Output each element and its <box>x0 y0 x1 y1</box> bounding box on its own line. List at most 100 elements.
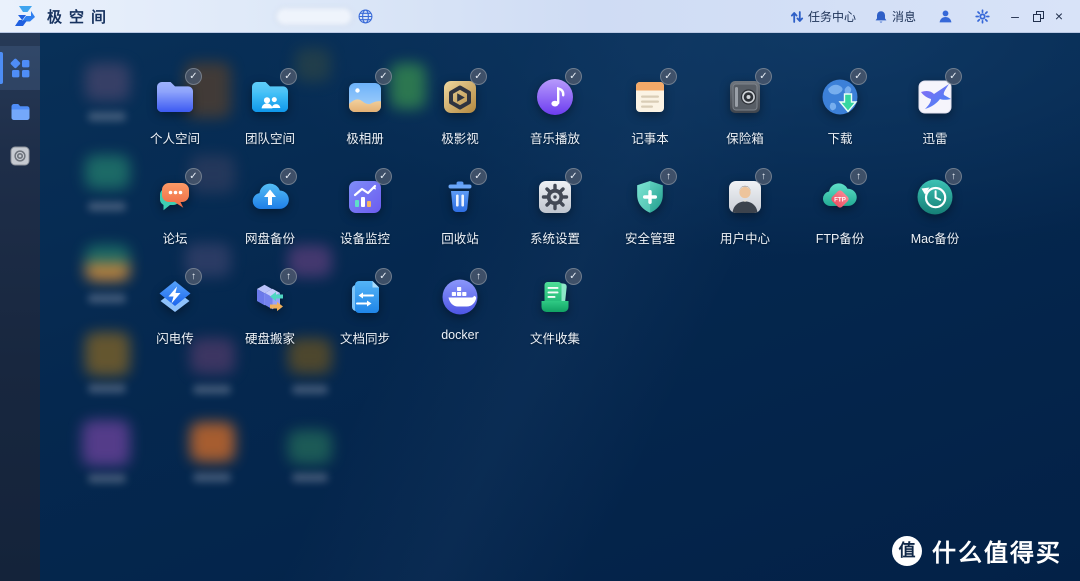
desktop-background: ✓个人空间 ✓团队空间 ✓极相册 ✓极影视 ✓音乐播放 ✓记事本 ✓保险箱 ✓下… <box>40 33 1080 581</box>
app-label: 闪电传 <box>128 328 222 347</box>
app-tile-system-settings[interactable]: ✓系统设置 <box>508 170 602 247</box>
svg-text:FTP: FTP <box>834 196 846 203</box>
check-badge: ✓ <box>660 68 677 85</box>
blurred-label <box>193 473 231 482</box>
settings-button[interactable] <box>975 9 990 24</box>
messages-label: 消息 <box>892 8 916 25</box>
app-tile-disk-migration[interactable]: ↑ 硬盘搬家 <box>223 270 317 347</box>
app-tile-personal-space[interactable]: ✓个人空间 <box>128 70 222 147</box>
app-tile-photo-album[interactable]: ✓ 极相册 <box>318 70 412 147</box>
app-tile-team-space[interactable]: ✓ 团队空间 <box>223 70 317 147</box>
check-badge: ✓ <box>565 268 582 285</box>
app-tile-music-player[interactable]: ✓ 音乐播放 <box>508 70 602 147</box>
check-badge: ✓ <box>280 68 297 85</box>
app-tile-ftp-backup[interactable]: FTP↑FTP备份 <box>793 170 887 247</box>
app-label: 团队空间 <box>223 128 317 147</box>
blurred-icon <box>85 332 130 376</box>
app-label: 用户中心 <box>698 228 792 247</box>
blurred-label <box>88 294 126 303</box>
app-tile-recycle-bin[interactable]: ✓回收站 <box>413 170 507 247</box>
check-badge: ✓ <box>375 268 392 285</box>
check-badge: ✓ <box>755 68 772 85</box>
check-badge: ✓ <box>185 168 202 185</box>
user-button[interactable] <box>938 9 953 24</box>
task-center-icon <box>790 10 804 24</box>
app-tile-cloud-backup[interactable]: ✓网盘备份 <box>223 170 317 247</box>
app-label: 记事本 <box>603 128 697 147</box>
blurred-icon <box>85 155 130 189</box>
app-label: 极影视 <box>413 128 507 147</box>
sidebar-item-files[interactable] <box>0 90 40 134</box>
update-badge: ↑ <box>280 268 297 285</box>
blurred-label <box>88 474 126 483</box>
check-badge: ✓ <box>470 68 487 85</box>
app-tile-xunlei[interactable]: ✓ 迅雷 <box>888 70 982 147</box>
app-label: 论坛 <box>128 228 222 247</box>
app-label: 安全管理 <box>603 228 697 247</box>
zspace-window: 极空间 任务中心 <box>0 0 1080 581</box>
check-badge: ✓ <box>945 68 962 85</box>
app-label: FTP备份 <box>793 228 887 247</box>
zspace-logo-icon <box>13 4 37 28</box>
disk-lens-icon <box>10 146 30 166</box>
check-badge: ✓ <box>565 168 582 185</box>
app-tile-forum[interactable]: ✓ 论坛 <box>128 170 222 247</box>
folder-icon <box>10 103 31 121</box>
app-label: docker <box>413 328 507 342</box>
check-badge: ✓ <box>375 168 392 185</box>
app-tile-notepad[interactable]: ✓ 记事本 <box>603 70 697 147</box>
sidebar-item-apps[interactable] <box>0 46 40 90</box>
app-label: 音乐播放 <box>508 128 602 147</box>
brand: 极空间 <box>13 4 113 28</box>
app-label: 迅雷 <box>888 128 982 147</box>
app-label: 网盘备份 <box>223 228 317 247</box>
app-label: 回收站 <box>413 228 507 247</box>
update-badge: ↑ <box>945 168 962 185</box>
topbar: 极空间 任务中心 <box>0 0 1080 33</box>
check-badge: ✓ <box>565 68 582 85</box>
sidebar-item-disk[interactable] <box>0 134 40 178</box>
task-center-label: 任务中心 <box>808 8 856 25</box>
blurred-label <box>292 385 328 394</box>
app-tile-movies[interactable]: ✓ 极影视 <box>413 70 507 147</box>
blurred-label <box>88 112 126 121</box>
blurred-icon <box>190 422 235 462</box>
app-tile-doc-sync[interactable]: ✓文档同步 <box>318 270 412 347</box>
language-globe-icon[interactable] <box>358 9 373 24</box>
app-label: 设备监控 <box>318 228 412 247</box>
messages-button[interactable]: 消息 <box>874 8 916 25</box>
update-badge: ↑ <box>660 168 677 185</box>
task-center-button[interactable]: 任务中心 <box>790 8 856 25</box>
update-badge: ↑ <box>470 268 487 285</box>
app-label: 个人空间 <box>128 128 222 147</box>
close-button[interactable]: × <box>1048 0 1070 33</box>
user-icon <box>938 9 953 24</box>
blurred-label <box>292 473 328 482</box>
update-badge: ↑ <box>185 268 202 285</box>
app-tile-user-center[interactable]: ↑ 用户中心 <box>698 170 792 247</box>
brand-title: 极空间 <box>47 6 113 27</box>
minimize-button[interactable]: – <box>1004 0 1026 33</box>
smzdm-logo-icon: 值 <box>892 536 922 566</box>
app-tile-mac-backup[interactable]: ↑Mac备份 <box>888 170 982 247</box>
app-tile-docker[interactable]: ↑ docker <box>413 270 507 342</box>
app-label: 文件收集 <box>508 328 602 347</box>
app-tile-file-collect[interactable]: ✓ 文件收集 <box>508 270 602 347</box>
app-tile-safe-box[interactable]: ✓保险箱 <box>698 70 792 147</box>
app-label: 硬盘搬家 <box>223 328 317 347</box>
app-tile-flash-transfer[interactable]: ↑ 闪电传 <box>128 270 222 347</box>
app-tile-download[interactable]: ✓下载 <box>793 70 887 147</box>
app-tile-security[interactable]: ↑ 安全管理 <box>603 170 697 247</box>
blurred-icon <box>85 245 130 281</box>
username-blurred[interactable] <box>276 8 352 25</box>
bell-icon <box>874 10 888 24</box>
restore-button[interactable] <box>1026 0 1048 33</box>
app-tile-device-monitor[interactable]: ✓ 设备监控 <box>318 170 412 247</box>
blurred-label <box>193 385 231 394</box>
update-badge: ↑ <box>755 168 772 185</box>
check-badge: ✓ <box>375 68 392 85</box>
check-badge: ✓ <box>850 68 867 85</box>
sidebar <box>0 33 40 581</box>
app-label: 极相册 <box>318 128 412 147</box>
app-grid-icon <box>10 58 31 79</box>
